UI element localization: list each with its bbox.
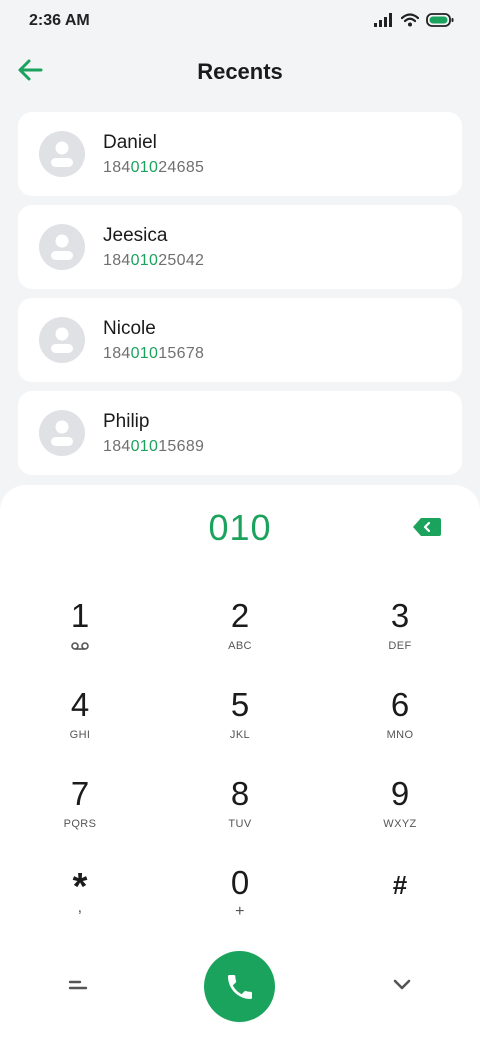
person-icon [51,420,73,446]
key-letters: MNO [386,729,414,741]
dialpad-panel: 010 1 2 ABC 3 DEF 4 GHI 5 JKL 6 MNO 7 PQ… [0,485,480,1040]
key-0[interactable]: 0 + [180,865,300,945]
page-title: Recents [197,59,283,84]
key-3[interactable]: 3 DEF [340,598,460,678]
status-time: 2:36 AM [29,12,90,29]
avatar [39,317,85,363]
contact-name: Nicole [103,318,156,339]
number-suffix: 25042 [158,252,205,269]
key-digit: 1 [70,597,90,634]
backspace-icon [413,518,441,536]
number-match: 010 [130,252,159,269]
key-1[interactable]: 1 [20,598,140,678]
contact-number: 18401024685 [103,159,204,177]
key-letters: + [235,903,245,920]
number-suffix: 15689 [158,438,205,455]
contact-list: Daniel 18401024685 Jeesica 18401025042 N… [18,112,462,484]
number-prefix: 184 [103,159,131,176]
key-digit: 6 [390,686,410,723]
key-digit: 8 [230,775,250,812]
dial-display[interactable]: 010 [0,507,480,549]
number-prefix: 184 [103,252,131,269]
contact-name: Daniel [103,132,157,153]
key-digit: # [392,870,408,900]
key-letters: WXYZ [383,818,417,830]
number-match: 010 [130,159,159,176]
person-icon [51,141,73,167]
number-prefix: 184 [103,345,131,362]
key-digit: 5 [230,686,250,723]
key-6[interactable]: 6 MNO [340,687,460,767]
menu-button[interactable] [64,975,92,995]
key-digit: 4 [70,686,90,723]
contact-name: Philip [103,411,150,432]
avatar [39,131,85,177]
contact-card-jeesica[interactable]: Jeesica 18401025042 [18,205,462,289]
phone-icon [227,974,252,999]
key-digit: 3 [390,597,410,634]
key-letters: , [77,899,83,916]
collapse-button[interactable] [388,975,416,995]
key-star[interactable]: * , [20,865,140,945]
key-letters: DEF [388,640,412,652]
key-digit: 7 [70,775,90,812]
key-letters: JKL [229,729,251,741]
status-bar: 2:36 AM [0,0,480,44]
number-prefix: 184 [103,438,131,455]
key-letters: TUV [228,818,252,830]
contact-card-philip[interactable]: Philip 18401015689 [18,391,462,475]
key-digit: 0 [230,864,250,901]
key-letters: GHI [69,729,91,741]
key-7[interactable]: 7 PQRS [20,776,140,856]
signal-icon [374,13,392,27]
header: Recents [0,44,480,106]
menu-lines-icon [68,980,88,990]
contact-number: 18401025042 [103,252,204,270]
key-4[interactable]: 4 GHI [20,687,140,767]
contact-number: 18401015678 [103,345,204,363]
number-suffix: 24685 [158,159,205,176]
wifi-icon [401,13,419,27]
voicemail-icon [71,642,89,650]
person-icon [51,234,73,260]
contact-name: Jeesica [103,225,168,246]
battery-icon [426,13,454,27]
avatar [39,410,85,456]
key-letters: ABC [228,640,252,652]
key-hash[interactable]: # [340,865,460,945]
key-8[interactable]: 8 TUV [180,776,300,856]
status-icons [374,13,454,27]
call-button[interactable] [204,951,275,1022]
contact-card-nicole[interactable]: Nicole 18401015678 [18,298,462,382]
contact-number: 18401015689 [103,438,204,456]
key-2[interactable]: 2 ABC [180,598,300,678]
key-digit: 9 [390,775,410,812]
key-digit: 2 [230,597,250,634]
chevron-down-icon [393,979,411,990]
number-match: 010 [130,438,159,455]
contact-card-daniel[interactable]: Daniel 18401024685 [18,112,462,196]
avatar [39,224,85,270]
person-icon [51,327,73,353]
key-9[interactable]: 9 WXYZ [340,776,460,856]
backspace-button[interactable] [412,516,442,538]
key-letters: PQRS [63,818,97,830]
key-5[interactable]: 5 JKL [180,687,300,767]
number-suffix: 15678 [158,345,205,362]
number-match: 010 [130,345,159,362]
